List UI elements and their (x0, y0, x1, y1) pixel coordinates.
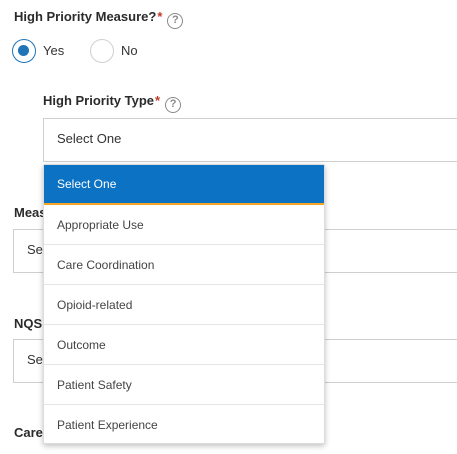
measure-field-value: Se (27, 242, 43, 257)
high-priority-type-text: High Priority Type (43, 93, 154, 108)
care-field-label: Care (14, 425, 43, 440)
dropdown-option-outcome[interactable]: Outcome (44, 325, 324, 365)
high-priority-type-dropdown: Select One Appropriate Use Care Coordina… (43, 164, 325, 444)
dropdown-option-opioid-related[interactable]: Opioid-related (44, 285, 324, 325)
radio-selected-dot (18, 45, 29, 56)
dropdown-option-appropriate-use[interactable]: Appropriate Use (44, 205, 324, 245)
required-asterisk: * (155, 93, 161, 108)
dropdown-option-patient-safety[interactable]: Patient Safety (44, 365, 324, 405)
nqs-field-label: NQS (14, 316, 43, 331)
high-priority-measure-label: High Priority Measure?*? (14, 9, 184, 29)
high-priority-type-value: Select One (57, 131, 122, 146)
help-icon[interactable]: ? (167, 13, 184, 29)
dropdown-option-patient-experience[interactable]: Patient Experience (44, 405, 324, 445)
high-priority-type-label: High Priority Type*? (43, 93, 182, 113)
required-asterisk: * (157, 9, 163, 24)
radio-yes[interactable] (12, 39, 36, 63)
high-priority-type-select[interactable]: Select One (43, 118, 457, 162)
radio-yes-label[interactable]: Yes (43, 43, 64, 58)
nqs-field-value: Se (27, 352, 43, 367)
dropdown-option-care-coordination[interactable]: Care Coordination (44, 245, 324, 285)
help-icon[interactable]: ? (165, 97, 182, 113)
radio-no-label[interactable]: No (121, 43, 138, 58)
radio-no[interactable] (90, 39, 114, 63)
dropdown-option-select-one[interactable]: Select One (44, 165, 324, 205)
high-priority-measure-text: High Priority Measure? (14, 9, 157, 24)
measure-field-label: Meas (14, 205, 47, 220)
